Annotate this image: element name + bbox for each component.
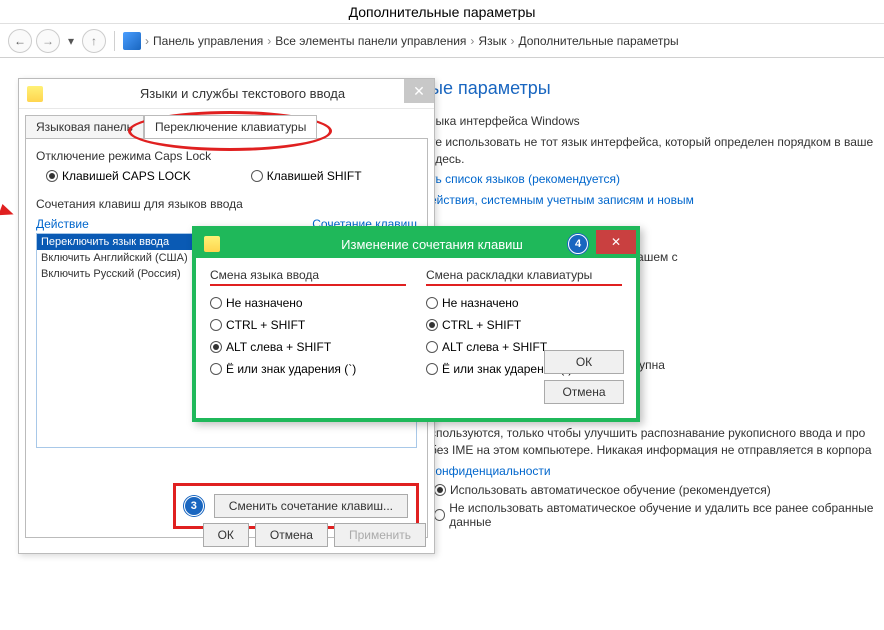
radio-icon: [210, 297, 222, 309]
radio-grave[interactable]: Ё или знак ударения (`): [210, 362, 406, 376]
section-text: те использовать не тот язык интерфейса, …: [430, 134, 884, 168]
ok-button[interactable]: ОК: [203, 523, 249, 547]
cancel-button[interactable]: Отмена: [255, 523, 328, 547]
breadcrumb-item: Дополнительные параметры: [518, 34, 678, 48]
column-title: Смена языка ввода: [210, 268, 406, 282]
radio-icon: [46, 170, 58, 182]
close-button[interactable]: ✕: [404, 79, 434, 103]
radio-icon: [426, 297, 438, 309]
annotation-underline: [426, 284, 622, 286]
dialog-icon: [204, 236, 220, 252]
annotation-underline: [210, 284, 406, 286]
radio-ctrl-shift[interactable]: CTRL + SHIFT: [210, 318, 406, 332]
nav-bar: ← → ▾ ↑ › Панель управления› Все элемент…: [0, 24, 884, 58]
history-dropdown-icon[interactable]: ▾: [68, 34, 74, 48]
annotation-arrow-icon: [0, 204, 16, 220]
radio-none[interactable]: Не назначено: [426, 296, 622, 310]
page-title: ые параметры: [430, 78, 884, 99]
radio-icon: [426, 319, 438, 331]
ok-button[interactable]: ОК: [544, 350, 624, 374]
close-button[interactable]: ✕: [596, 230, 636, 254]
capslock-group-label: Отключение режима Caps Lock: [36, 149, 417, 163]
radio-icon: [434, 509, 445, 521]
apply-button: Применить: [334, 523, 426, 547]
cancel-button[interactable]: Отмена: [544, 380, 624, 404]
dialog-title: Языки и службы текстового ввода: [51, 86, 434, 101]
breadcrumb-item[interactable]: Все элементы панели управления: [275, 34, 466, 48]
radio-icon: [426, 363, 438, 375]
radio-capslock[interactable]: Клавишей CAPS LOCK: [46, 169, 191, 183]
breadcrumb-item[interactable]: Панель управления: [153, 34, 263, 48]
radio-ctrl-shift[interactable]: CTRL + SHIFT: [426, 318, 622, 332]
step-3-badge: 3: [184, 496, 204, 516]
tab-keyboard-switch[interactable]: Переключение клавиатуры: [144, 115, 317, 138]
link[interactable]: ть список языков (рекомендуется): [430, 171, 884, 188]
radio-none[interactable]: Не назначено: [210, 296, 406, 310]
radio-icon: [426, 341, 438, 353]
radio-icon: [210, 341, 222, 353]
change-hotkey-button[interactable]: Сменить сочетание клавиш...: [214, 494, 408, 518]
dialog-icon: [27, 86, 43, 102]
back-button[interactable]: ←: [8, 29, 32, 53]
forward-button: →: [36, 29, 60, 53]
step-4-badge: 4: [568, 234, 588, 254]
section-text: спользуются, только чтобы улучшить распо…: [430, 425, 884, 459]
link[interactable]: ействия, системным учетным записям и нов…: [430, 192, 884, 209]
radio-icon: [251, 170, 263, 182]
radio-icon: [434, 484, 446, 496]
window-title: Дополнительные параметры: [0, 0, 884, 24]
input-language-column: Смена языка ввода Не назначено CTRL + SH…: [210, 268, 406, 408]
up-button[interactable]: ↑: [82, 29, 106, 53]
tab-strip: Языковая панель Переключение клавиатуры: [25, 115, 428, 138]
link[interactable]: конфиденциальности: [430, 463, 884, 480]
radio-auto-learn-no[interactable]: Не использовать автоматическое обучение …: [434, 501, 884, 529]
radio-icon: [210, 319, 222, 331]
breadcrumb-item[interactable]: Язык: [478, 34, 506, 48]
radio-shift[interactable]: Клавишей SHIFT: [251, 169, 362, 183]
tab-language-panel[interactable]: Языковая панель: [25, 115, 144, 138]
breadcrumb-sep-icon: ›: [145, 34, 149, 48]
radio-alt-shift[interactable]: ALT слева + SHIFT: [210, 340, 406, 354]
divider: [114, 31, 115, 51]
radio-auto-learn-yes[interactable]: Использовать автоматическое обучение (ре…: [434, 483, 884, 497]
hotkeys-group-label: Сочетания клавиш для языков ввода: [36, 197, 417, 211]
radio-icon: [210, 363, 222, 375]
change-hotkey-dialog: Изменение сочетания клавиш 4 ✕ Смена язы…: [192, 226, 640, 422]
section-heading: зыка интерфейса Windows: [430, 113, 884, 130]
control-panel-icon: [123, 32, 141, 50]
column-title: Смена раскладки клавиатуры: [426, 268, 622, 282]
breadcrumb[interactable]: Панель управления› Все элементы панели у…: [153, 34, 679, 48]
